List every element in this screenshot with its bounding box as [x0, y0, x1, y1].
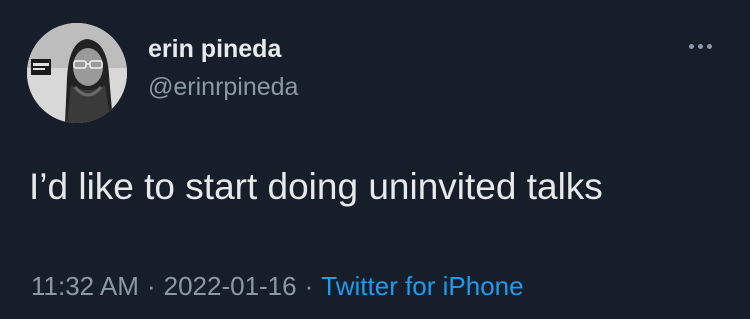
author-display-name[interactable]: erin pineda: [148, 34, 281, 64]
profile-photo-icon: [27, 23, 127, 123]
ellipsis-icon: [688, 43, 694, 49]
more-options-button[interactable]: [680, 34, 720, 58]
tweet-card: erin pineda @erinrpineda I’d like to sta…: [0, 0, 750, 319]
tweet-text: I’d like to start doing uninvited talks: [29, 166, 603, 207]
tweet-date[interactable]: 2022-01-16: [164, 271, 297, 301]
tweet-source-link[interactable]: Twitter for iPhone: [321, 271, 523, 301]
author-avatar[interactable]: [27, 23, 127, 123]
tweet-time[interactable]: 11:32 AM: [31, 271, 139, 301]
meta-separator: ·: [146, 271, 156, 301]
meta-separator: ·: [304, 271, 314, 301]
author-handle[interactable]: @erinrpineda: [148, 72, 298, 102]
ellipsis-icon-dot: [706, 43, 712, 49]
ellipsis-icon-dot: [697, 43, 703, 49]
tweet-metadata: 11:32 AM · 2022-01-16 · Twitter for iPhone: [31, 270, 524, 302]
